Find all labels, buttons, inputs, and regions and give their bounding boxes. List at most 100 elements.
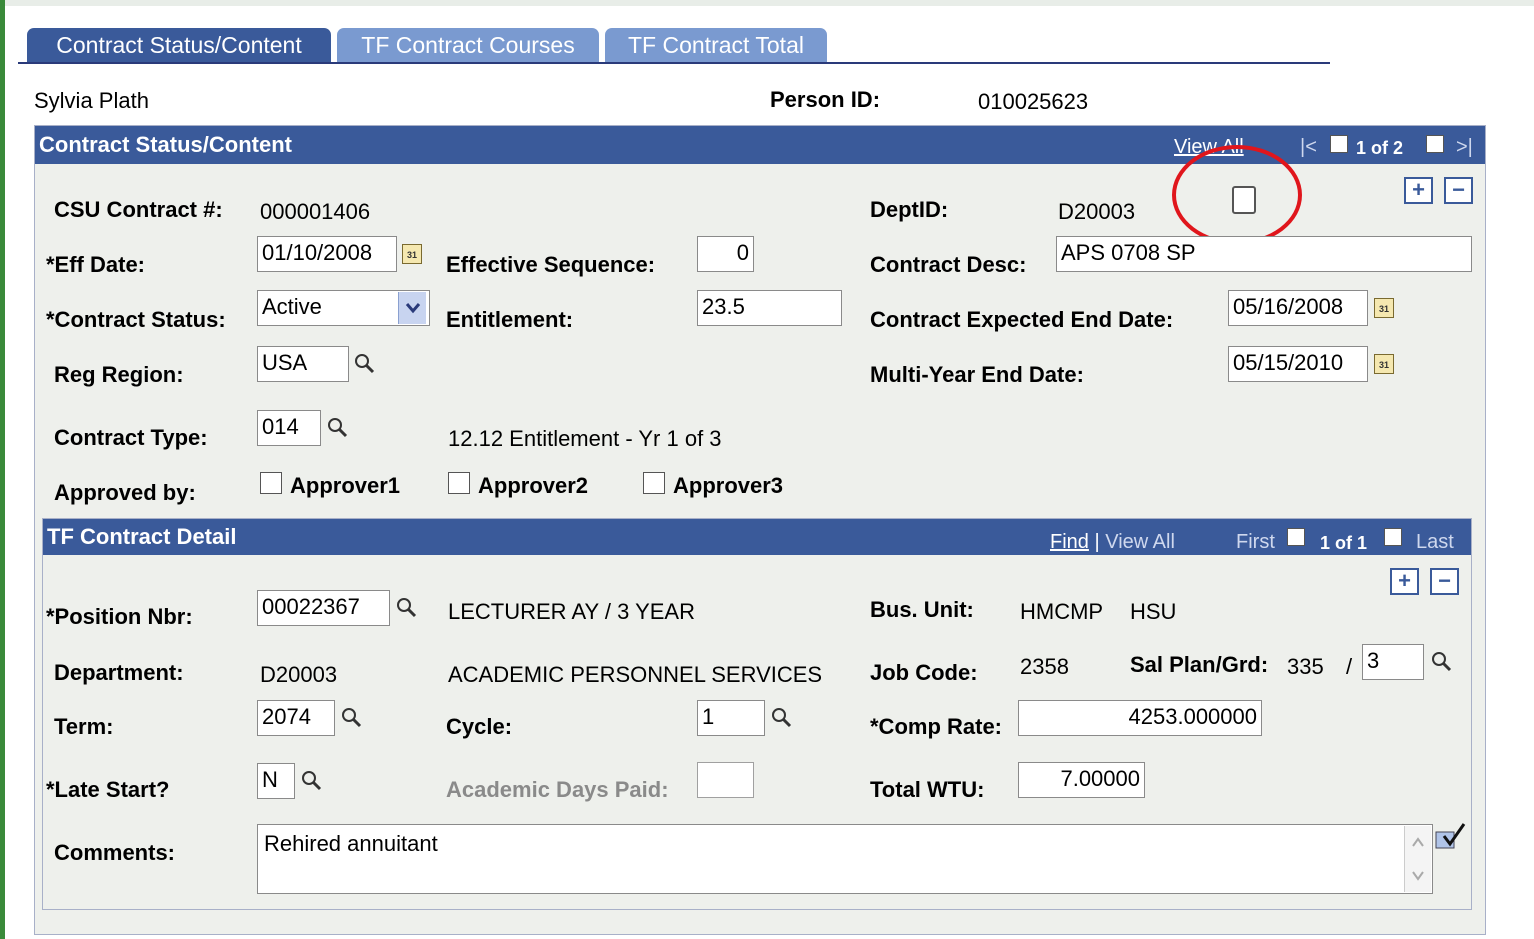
position-desc: LECTURER AY / 3 YEAR <box>448 599 695 624</box>
tab-contract-status[interactable]: Contract Status/Content <box>27 28 331 62</box>
cycle-label: Cycle: <box>446 714 513 739</box>
total-wtu-label: Total WTU: <box>870 777 985 802</box>
tab-label: Contract Status/Content <box>56 32 302 58</box>
deptid-value: D20003 <box>1058 199 1136 224</box>
multi-year-input[interactable]: 05/15/2010 <box>1228 346 1368 382</box>
eff-seq-label: Effective Sequence: <box>446 252 656 277</box>
approver3-checkbox[interactable] <box>643 472 665 494</box>
department-label: Department: <box>54 660 184 685</box>
bus-unit-value: HMCMP <box>1020 599 1104 624</box>
page-indicator: 1 of 2 <box>1356 138 1404 158</box>
delete-row-button[interactable]: − <box>1444 177 1473 204</box>
find-link[interactable]: Find <box>1050 531 1089 553</box>
spellcheck-icon[interactable] <box>1434 822 1466 852</box>
late-start-input[interactable]: N <box>257 763 295 799</box>
detail-nav: Find | View All <box>1050 531 1175 554</box>
total-wtu-input[interactable]: 7.00000 <box>1018 762 1145 798</box>
search-icon[interactable] <box>300 769 322 791</box>
calendar-icon[interactable]: 31 <box>1374 298 1394 318</box>
eff-date-input[interactable]: 01/10/2008 <box>257 236 397 272</box>
contract-status-value: Active <box>262 294 322 319</box>
csu-contract-value: 000001406 <box>260 199 371 224</box>
annotation-circle <box>1172 145 1302 245</box>
comments-value: Rehired annuitant <box>264 831 438 856</box>
tab-underline <box>18 62 1330 64</box>
contract-desc-label: Contract Desc: <box>870 252 1027 277</box>
approver1-label: Approver1 <box>290 473 401 498</box>
prev-icon[interactable] <box>1287 528 1305 546</box>
department-value: D20003 <box>260 662 338 687</box>
late-start-label: *Late Start? <box>46 777 170 802</box>
last-link[interactable]: Last <box>1416 531 1454 554</box>
next-icon[interactable] <box>1426 135 1444 153</box>
position-label: *Position Nbr: <box>46 604 193 629</box>
job-code-value: 2358 <box>1020 654 1069 679</box>
academic-days-label: Academic Days Paid: <box>446 777 669 802</box>
section-title: Contract Status/Content <box>39 132 292 157</box>
approver1-checkbox[interactable] <box>260 472 282 494</box>
bus-unit-desc: HSU <box>1130 599 1177 624</box>
deptid-label: DeptID: <box>870 197 949 222</box>
academic-days-input[interactable] <box>697 762 754 798</box>
nav-sep: | <box>1094 531 1100 553</box>
view-all-link[interactable]: View All <box>1105 531 1175 553</box>
cycle-input[interactable]: 1 <box>697 700 765 736</box>
search-icon[interactable] <box>340 706 362 728</box>
approver3-label: Approver3 <box>673 473 784 498</box>
job-code-label: Job Code: <box>870 660 978 685</box>
tab-contract-total[interactable]: TF Contract Total <box>605 28 827 62</box>
eff-seq-input[interactable]: 0 <box>697 236 754 272</box>
csu-contract-label: CSU Contract #: <box>54 197 223 222</box>
search-icon[interactable] <box>353 352 375 374</box>
person-id-label: Person ID: <box>770 87 881 112</box>
next-icon[interactable] <box>1384 528 1402 546</box>
comments-label: Comments: <box>54 840 176 865</box>
contract-type-input[interactable]: 014 <box>257 410 321 446</box>
top-strip <box>0 0 1534 6</box>
search-icon[interactable] <box>1430 650 1452 672</box>
detail-title: TF Contract Detail <box>47 524 237 549</box>
chevron-down-icon[interactable] <box>398 292 426 324</box>
prev-icon[interactable] <box>1330 135 1348 153</box>
grade-input[interactable]: 3 <box>1362 644 1424 680</box>
search-icon[interactable] <box>770 706 792 728</box>
entitlement-input[interactable]: 23.5 <box>697 290 842 326</box>
eff-date-label: *Eff Date: <box>46 252 146 277</box>
add-row-button[interactable]: + <box>1404 177 1433 204</box>
calendar-icon[interactable]: 31 <box>402 244 422 264</box>
department-desc: ACADEMIC PERSONNEL SERVICES <box>448 662 823 687</box>
comp-rate-input[interactable]: 4253.000000 <box>1018 700 1262 736</box>
contract-status-label: *Contract Status: <box>46 307 226 332</box>
expected-end-input[interactable]: 05/16/2008 <box>1228 290 1368 326</box>
entitlement-label: Entitlement: <box>446 307 574 332</box>
sal-separator: / <box>1346 654 1353 679</box>
multi-year-label: Multi-Year End Date: <box>870 362 1084 387</box>
calendar-icon[interactable]: 31 <box>1374 354 1394 374</box>
contract-type-label: Contract Type: <box>54 425 208 450</box>
comments-textarea[interactable]: Rehired annuitant <box>257 824 1433 894</box>
first-nav-icon[interactable]: |< <box>1300 136 1317 159</box>
left-accent-bar <box>0 0 5 939</box>
sal-plan-label: Sal Plan/Grd: <box>1130 652 1269 677</box>
comments-scrollbar[interactable] <box>1404 826 1431 892</box>
position-input[interactable]: 00022367 <box>257 590 390 626</box>
detail-page-indicator: 1 of 1 <box>1320 533 1368 553</box>
term-input[interactable]: 2074 <box>257 700 335 736</box>
contract-type-desc: 12.12 Entitlement - Yr 1 of 3 <box>448 426 722 451</box>
approver2-checkbox[interactable] <box>448 472 470 494</box>
sal-plan-value: 335 <box>1287 654 1324 679</box>
search-icon[interactable] <box>326 416 348 438</box>
delete-detail-button[interactable]: − <box>1430 568 1459 595</box>
reg-region-input[interactable]: USA <box>257 346 349 382</box>
first-link[interactable]: First <box>1236 531 1275 554</box>
add-detail-button[interactable]: + <box>1390 568 1419 595</box>
tab-contract-courses[interactable]: TF Contract Courses <box>337 28 599 62</box>
search-icon[interactable] <box>395 596 417 618</box>
bus-unit-label: Bus. Unit: <box>870 597 974 622</box>
approver2-label: Approver2 <box>478 473 589 498</box>
tab-label: TF Contract Total <box>628 32 804 58</box>
contract-desc-input[interactable]: APS 0708 SP <box>1056 236 1472 272</box>
reg-region-label: Reg Region: <box>54 362 184 387</box>
comp-rate-label: *Comp Rate: <box>870 714 1003 739</box>
last-nav-icon[interactable]: >| <box>1456 136 1473 159</box>
